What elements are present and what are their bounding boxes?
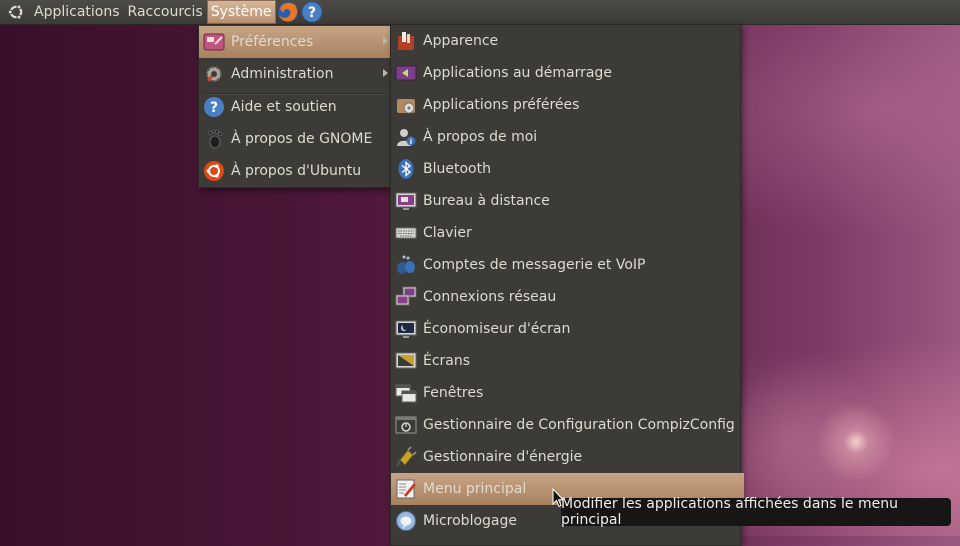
applications-menu[interactable]: Applications (30, 0, 124, 24)
preferences-submenu: Apparence Applications au démarrage Appl… (390, 24, 744, 546)
menu-item-remote-desktop[interactable]: Bureau à distance (391, 185, 744, 217)
appearance-icon (395, 30, 417, 52)
menu-item-preferred-applications[interactable]: Applications préférées (391, 89, 744, 121)
top-panel: Applications Raccourcis Système ? (0, 0, 960, 25)
windows-icon (395, 382, 417, 404)
gnome-foot-icon (203, 128, 225, 150)
keyboard-icon (395, 222, 417, 244)
help-icon: ? (203, 96, 225, 118)
system-dropdown: Préférences Administration ? Aide et sou… (198, 24, 394, 188)
menu-item-appearance[interactable]: Apparence (391, 25, 744, 57)
svg-text:?: ? (210, 100, 218, 116)
tooltip: Modifier les applications affichées dans… (561, 496, 951, 528)
ubuntu-logo-icon (203, 160, 225, 182)
preferences-icon (203, 31, 225, 53)
menu-item-power-manager[interactable]: Gestionnaire d'énergie (391, 441, 744, 473)
svg-text:?: ? (307, 5, 315, 21)
bluetooth-icon (395, 158, 417, 180)
startup-applications-icon (395, 62, 417, 84)
menu-item-bluetooth[interactable]: Bluetooth (391, 153, 744, 185)
chevron-right-icon (383, 37, 388, 45)
tooltip-text: Modifier les applications affichées dans… (561, 496, 898, 528)
compizconfig-icon (395, 414, 417, 436)
help-icon[interactable]: ? (300, 0, 324, 24)
main-menu-icon (395, 478, 417, 500)
menu-item-help[interactable]: ? Aide et soutien (199, 91, 394, 123)
menu-item-preferences[interactable]: Préférences (199, 26, 394, 58)
menu-item-messaging-accounts[interactable]: Comptes de messagerie et VoIP (391, 249, 744, 281)
menu-item-displays[interactable]: Écrans (391, 345, 744, 377)
mouse-pointer-icon (552, 487, 565, 512)
administration-icon (203, 63, 225, 85)
svg-text:i: i (410, 138, 412, 146)
menu-item-windows[interactable]: Fenêtres (391, 377, 744, 409)
system-menu[interactable]: Système (206, 0, 276, 24)
about-me-icon: i (395, 126, 417, 148)
menu-item-about-gnome[interactable]: À propos de GNOME (199, 123, 394, 155)
menu-item-network-connections[interactable]: Connexions réseau (391, 281, 744, 313)
network-connections-icon (395, 286, 417, 308)
ubuntu-logo-icon[interactable] (4, 0, 28, 24)
remote-desktop-icon (395, 190, 417, 212)
messaging-accounts-icon (395, 254, 417, 276)
displays-icon (395, 350, 417, 372)
preferred-applications-icon (395, 94, 417, 116)
chevron-right-icon (383, 69, 388, 77)
menu-item-startup-applications[interactable]: Applications au démarrage (391, 57, 744, 89)
screensaver-icon (395, 318, 417, 340)
places-menu[interactable]: Raccourcis (124, 0, 207, 24)
menu-item-about-ubuntu[interactable]: À propos d'Ubuntu (199, 155, 394, 187)
power-manager-icon (395, 446, 417, 468)
firefox-icon[interactable] (276, 0, 300, 24)
menu-item-screensaver[interactable]: Économiseur d'écran (391, 313, 744, 345)
menu-item-administration[interactable]: Administration (199, 58, 394, 90)
menu-item-keyboard[interactable]: Clavier (391, 217, 744, 249)
menu-item-compizconfig[interactable]: Gestionnaire de Configuration CompizConf… (391, 409, 744, 441)
microblogging-icon (395, 510, 417, 532)
menu-item-about-me[interactable]: i À propos de moi (391, 121, 744, 153)
